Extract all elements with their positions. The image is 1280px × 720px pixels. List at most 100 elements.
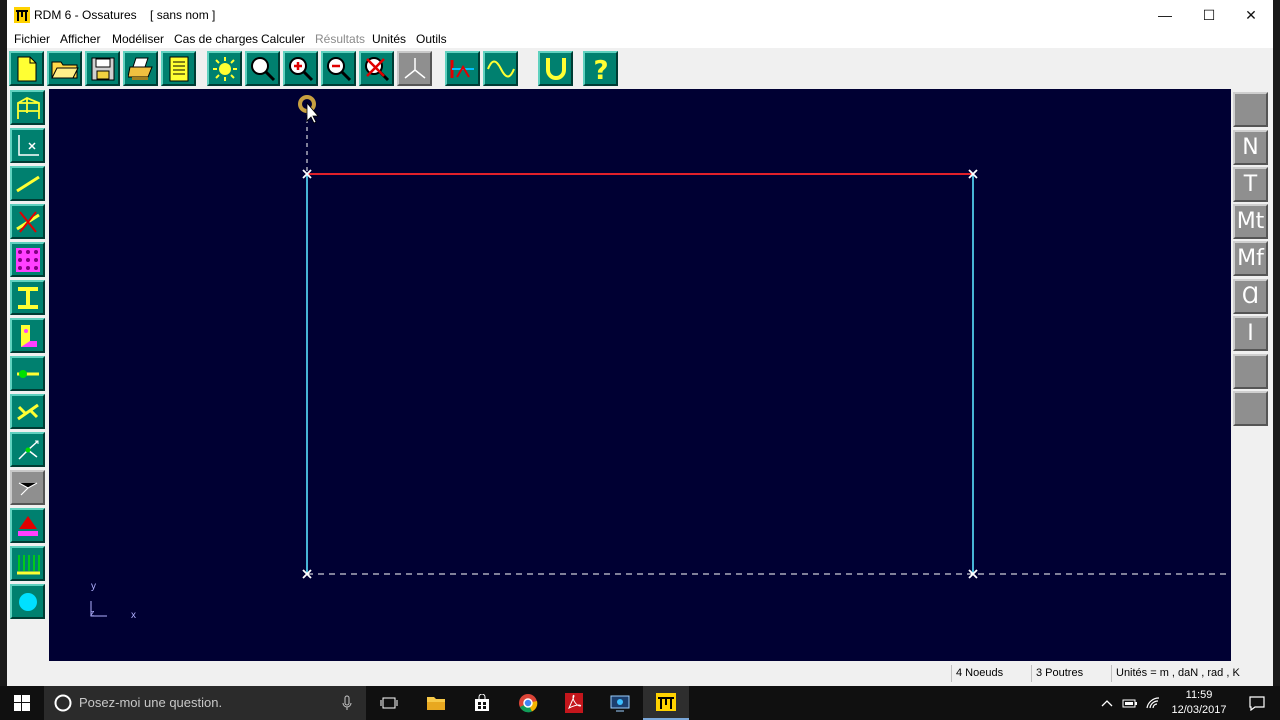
screen-recorder-button[interactable] — [597, 686, 643, 720]
save-disk-icon — [91, 57, 114, 80]
menu-unites[interactable]: Unités — [372, 32, 406, 46]
delete-beam-button[interactable] — [10, 204, 45, 239]
circle-button[interactable] — [10, 584, 45, 619]
disabled-support-icon — [18, 481, 37, 495]
distributed-load-icon — [16, 554, 40, 574]
beam-button[interactable] — [10, 166, 45, 201]
torsion-moment-button: Mt — [1233, 204, 1268, 239]
chrome-button[interactable] — [505, 686, 551, 720]
bending-moment-label: Mf — [1237, 246, 1264, 271]
windows-logo-icon — [14, 695, 30, 711]
cortana-search-box[interactable]: Posez-moi une question. — [44, 686, 366, 720]
status-units: Unités = m , daN , rad , K — [1111, 665, 1271, 682]
status-nodes: 4 Noeuds — [951, 665, 1031, 682]
file-explorer-button[interactable] — [413, 686, 459, 720]
magnet-icon — [545, 57, 566, 80]
rdm-taskbar-button[interactable] — [643, 686, 689, 720]
search-placeholder: Posez-moi une question. — [79, 695, 223, 710]
disabled-support-button — [10, 470, 45, 505]
show-hidden-icons-button[interactable] — [1096, 686, 1118, 720]
magnet-button[interactable] — [538, 51, 573, 86]
svg-text:?: ? — [593, 56, 608, 83]
file-explorer-icon — [427, 697, 445, 710]
axis-x-label: x — [131, 610, 136, 621]
close-button[interactable]: ✕ — [1229, 0, 1273, 30]
new-file-button[interactable] — [9, 51, 44, 86]
menu-cas-de-charges[interactable]: Cas de charges — [174, 32, 258, 46]
store-button[interactable] — [459, 686, 505, 720]
load-icon — [17, 515, 38, 536]
result-button-8 — [1233, 354, 1268, 389]
frame-button[interactable] — [10, 90, 45, 125]
help-icon: ? — [593, 56, 608, 83]
zoom-out-icon — [326, 56, 351, 81]
drawing-canvas[interactable]: y z x — [49, 89, 1231, 661]
status-bar: 4 Noeuds 3 Poutres Unités = m , daN , ra… — [7, 663, 1273, 683]
shear-force-button: T — [1233, 167, 1268, 202]
node-coordinates-icon — [17, 134, 39, 156]
print-icon — [127, 57, 153, 80]
save-button[interactable] — [85, 51, 120, 86]
menu-afficher[interactable]: Afficher — [60, 32, 100, 46]
material-icon — [20, 324, 37, 347]
support-icon — [17, 439, 39, 460]
support-button[interactable] — [10, 432, 45, 467]
cortana-icon — [54, 694, 72, 712]
load-button[interactable] — [10, 508, 45, 543]
action-center-button[interactable] — [1234, 686, 1280, 720]
app-window: RDM 6 - Ossatures [ sans nom ] — ☐ ✕ Fic… — [7, 0, 1273, 686]
task-view-button[interactable] — [366, 686, 412, 720]
menu-outils[interactable]: Outils — [416, 32, 447, 46]
maximize-button[interactable]: ☐ — [1187, 0, 1231, 30]
torsion-moment-label: Mt — [1236, 209, 1265, 234]
print-button[interactable] — [123, 51, 158, 86]
help-button[interactable]: ? — [583, 51, 618, 86]
notepad-button[interactable] — [161, 51, 196, 86]
zoom-cancel-button[interactable] — [359, 51, 394, 86]
sun-button[interactable] — [207, 51, 242, 86]
zoom-out-button[interactable] — [321, 51, 356, 86]
stress-button: I — [1233, 316, 1268, 351]
acrobat-icon — [565, 693, 583, 713]
axis-y-label: y — [91, 581, 96, 592]
chrome-icon — [519, 694, 538, 713]
release-button[interactable] — [10, 356, 45, 391]
microphone-icon[interactable] — [342, 695, 352, 711]
zoom-icon — [250, 56, 275, 81]
rigid-link-button[interactable] — [10, 394, 45, 429]
menu-modeliser[interactable]: Modéliser — [112, 32, 164, 46]
rigid-link-icon — [16, 403, 39, 420]
normal-force-label: N — [1242, 135, 1259, 160]
zoom-in-button[interactable] — [283, 51, 318, 86]
wifi-icon — [1146, 697, 1160, 709]
menu-bar: Fichier Afficher Modéliser Cas de charge… — [7, 30, 1273, 48]
node-coordinates-button[interactable] — [10, 128, 45, 163]
start-button[interactable] — [0, 686, 44, 720]
shear-force-label: T — [1243, 172, 1258, 197]
system-clock[interactable]: 11:59 12/03/2017 — [1168, 688, 1230, 718]
clock-time: 11:59 — [1185, 689, 1213, 701]
clock-date: 12/03/2017 — [1171, 704, 1227, 716]
wave-button[interactable] — [483, 51, 518, 86]
open-folder-icon — [50, 61, 79, 78]
menu-fichier[interactable]: Fichier — [14, 32, 50, 46]
chevron-up-icon — [1101, 700, 1113, 707]
battery-button[interactable] — [1119, 686, 1141, 720]
open-button[interactable] — [47, 51, 82, 86]
distributed-load-button[interactable] — [10, 546, 45, 581]
structure-drawing: y z x — [90, 95, 1229, 621]
acrobat-button[interactable] — [551, 686, 597, 720]
battery-plug-icon — [1122, 699, 1137, 708]
material-button[interactable] — [10, 318, 45, 353]
wifi-button[interactable] — [1142, 686, 1164, 720]
i-section-button[interactable] — [10, 280, 45, 315]
menu-calculer[interactable]: Calculer — [261, 32, 305, 46]
axis-z-label: z — [90, 608, 95, 618]
task-view-icon — [380, 697, 398, 709]
zoom-button[interactable] — [245, 51, 280, 86]
axes-3d-icon — [404, 57, 425, 79]
minimize-button[interactable]: — — [1143, 0, 1187, 30]
section-button[interactable] — [445, 51, 480, 86]
main-toolbar: ? — [7, 48, 1273, 88]
mesh-button[interactable] — [10, 242, 45, 277]
